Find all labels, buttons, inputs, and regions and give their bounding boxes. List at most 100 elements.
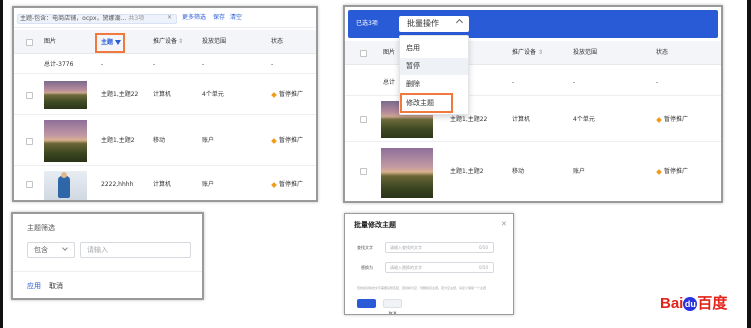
theme-filter-placeholder: 请输入: [87, 246, 108, 254]
select-all-checkbox[interactable]: [26, 39, 33, 46]
row-thumbnail: [381, 148, 433, 198]
total-theme: -: [101, 61, 104, 68]
theme-filter-highlight: [95, 33, 125, 53]
row-device: 移动: [153, 137, 166, 144]
row-checkbox[interactable]: [26, 181, 33, 188]
more-filters-link[interactable]: 更多筛选: [182, 14, 206, 22]
logo-bai: Bai: [660, 295, 684, 312]
menu-item-delete[interactable]: 删除: [400, 76, 468, 93]
edit-theme-highlight: [400, 93, 453, 113]
filter-tag-text: 主题-包含：电商店铺，ocpx，黛娜潮…: [20, 15, 127, 22]
row-status: 暂停推广: [279, 137, 304, 144]
baidu-logo: Bai du 百度: [660, 294, 746, 322]
col-device: 推广设备: [512, 49, 537, 56]
row-thumbnail: [44, 81, 87, 109]
match-select-value: 包含: [34, 246, 48, 254]
row-checkbox[interactable]: [360, 116, 367, 123]
col-status: 状态: [656, 49, 669, 56]
cancel-button[interactable]: 取消: [383, 299, 402, 314]
confirm-label: 确认: [362, 310, 371, 315]
row-scope: 账户: [202, 137, 215, 144]
menu-item-enable[interactable]: 启用: [400, 40, 468, 57]
row-theme: 主题1,主题22: [450, 116, 488, 123]
row-thumbnail: [44, 120, 87, 162]
table-row[interactable]: 主题1,主题22 计算机 4个单元 暂停推广: [14, 75, 316, 115]
save-link[interactable]: 保存: [213, 14, 225, 22]
row-checkbox[interactable]: [26, 92, 33, 99]
status-dot: [271, 92, 277, 98]
logo-du: du: [684, 299, 696, 310]
selected-count: 已选3项: [356, 20, 378, 27]
chevron-down-icon: [62, 245, 68, 251]
replace-count: 0/50: [479, 265, 488, 270]
table-row[interactable]: 主题1,主题2 移动 账户 暂停推广: [345, 143, 721, 201]
col-status: 状态: [271, 38, 284, 45]
replace-hint: 查找和替换的文字需要完整匹配，若替换为空，则删除该主题。若为空主题，请至少保留一…: [357, 286, 487, 290]
status-dot: [271, 182, 277, 188]
total-device: -: [512, 79, 515, 86]
clear-link[interactable]: 清空: [230, 14, 242, 22]
theme-filter-input[interactable]: 请输入: [80, 242, 191, 258]
menu-item-label: 删除: [406, 80, 420, 88]
find-count: 0/50: [479, 245, 488, 250]
row-device: 计算机: [153, 181, 172, 188]
row-status: 暂停推广: [279, 91, 304, 98]
row-device: 移动: [512, 168, 525, 175]
row-checkbox[interactable]: [26, 138, 33, 145]
total-label: 总计-3776: [44, 61, 74, 68]
row-status: 暂停推广: [279, 181, 304, 188]
left-border: [0, 0, 3, 328]
table-row[interactable]: 主题1,主题2 移动 账户 暂停推广: [14, 116, 316, 166]
match-select[interactable]: 包含: [27, 242, 75, 258]
status-dot: [656, 169, 662, 175]
batch-edit-theme-modal: 批量修改主题 ✕ 查找文字 请输入查找的文字 0/50 替换为 请输入替换的文字…: [344, 213, 514, 315]
sort-icon[interactable]: ⇕: [538, 49, 543, 57]
total-scope: -: [573, 79, 576, 86]
filter-tag[interactable]: 主题-包含：电商店铺，ocpx，黛娜潮… 共3项: [17, 14, 177, 24]
total-status: -: [271, 61, 274, 68]
batch-ops-dropdown[interactable]: 批量操作: [399, 16, 469, 32]
status-dot: [656, 117, 662, 123]
batch-ops-label: 批量操作: [407, 19, 439, 28]
modal-title: 批量修改主题: [354, 221, 396, 229]
filter-tag-close-icon[interactable]: ✕: [167, 14, 172, 22]
row-checkbox[interactable]: [360, 168, 367, 175]
confirm-button[interactable]: 确认: [357, 299, 376, 314]
right-border: [747, 0, 751, 328]
col-device: 推广设备: [153, 38, 178, 45]
divider: [13, 271, 202, 272]
chevron-up-icon: [455, 18, 464, 27]
select-all-checkbox[interactable]: [360, 50, 367, 57]
filter-count: 共3项: [128, 15, 145, 22]
row-theme: 主题1,主题2: [450, 168, 484, 175]
batch-ops-panel: 已选3项 批量操作 图片 推广设备 ⇕ 投放范围 状态 总计 - - - 主题1…: [343, 5, 723, 203]
find-input[interactable]: 请输入查找的文字 0/50: [385, 242, 494, 253]
cancel-button[interactable]: 取消: [49, 282, 63, 291]
row-scope: 账户: [573, 168, 586, 175]
row-device: 计算机: [153, 91, 172, 98]
theme-filter-panel: 主题筛选 包含 请输入 应用 取消: [11, 212, 204, 300]
apply-button[interactable]: 应用: [27, 282, 41, 291]
total-label: 总计: [383, 79, 396, 86]
col-image: 图片: [44, 38, 57, 45]
replace-placeholder: 请输入替换的文字: [390, 265, 422, 270]
row-theme: 2222,hhhh: [101, 181, 134, 188]
menu-item-label: 暂停: [406, 62, 420, 70]
table-row[interactable]: 2222,hhhh 计算机 账户 暂停推广: [14, 167, 316, 200]
find-label: 查找文字: [357, 245, 373, 250]
sort-icon[interactable]: ⇕: [178, 38, 183, 46]
row-scope: 4个单元: [573, 116, 595, 123]
cancel-label: 取消: [388, 311, 397, 315]
replace-label: 替换为: [361, 265, 373, 270]
row-theme: 主题1,主题22: [101, 91, 139, 98]
total-device: -: [153, 61, 156, 68]
paw-icon: du: [683, 297, 698, 312]
replace-input[interactable]: 请输入替换的文字 0/50: [385, 262, 494, 273]
logo-cn: 百度: [697, 295, 728, 312]
close-icon[interactable]: ✕: [501, 220, 507, 229]
filtered-table-panel: 主题-包含：电商店铺，ocpx，黛娜潮… 共3项 ✕ 更多筛选 保存 清空 图片…: [12, 6, 318, 202]
row-status: 暂停推广: [664, 116, 689, 123]
row-device: 计算机: [512, 116, 531, 123]
menu-item-pause[interactable]: 暂停: [400, 58, 468, 75]
col-scope: 投放范围: [573, 49, 598, 56]
